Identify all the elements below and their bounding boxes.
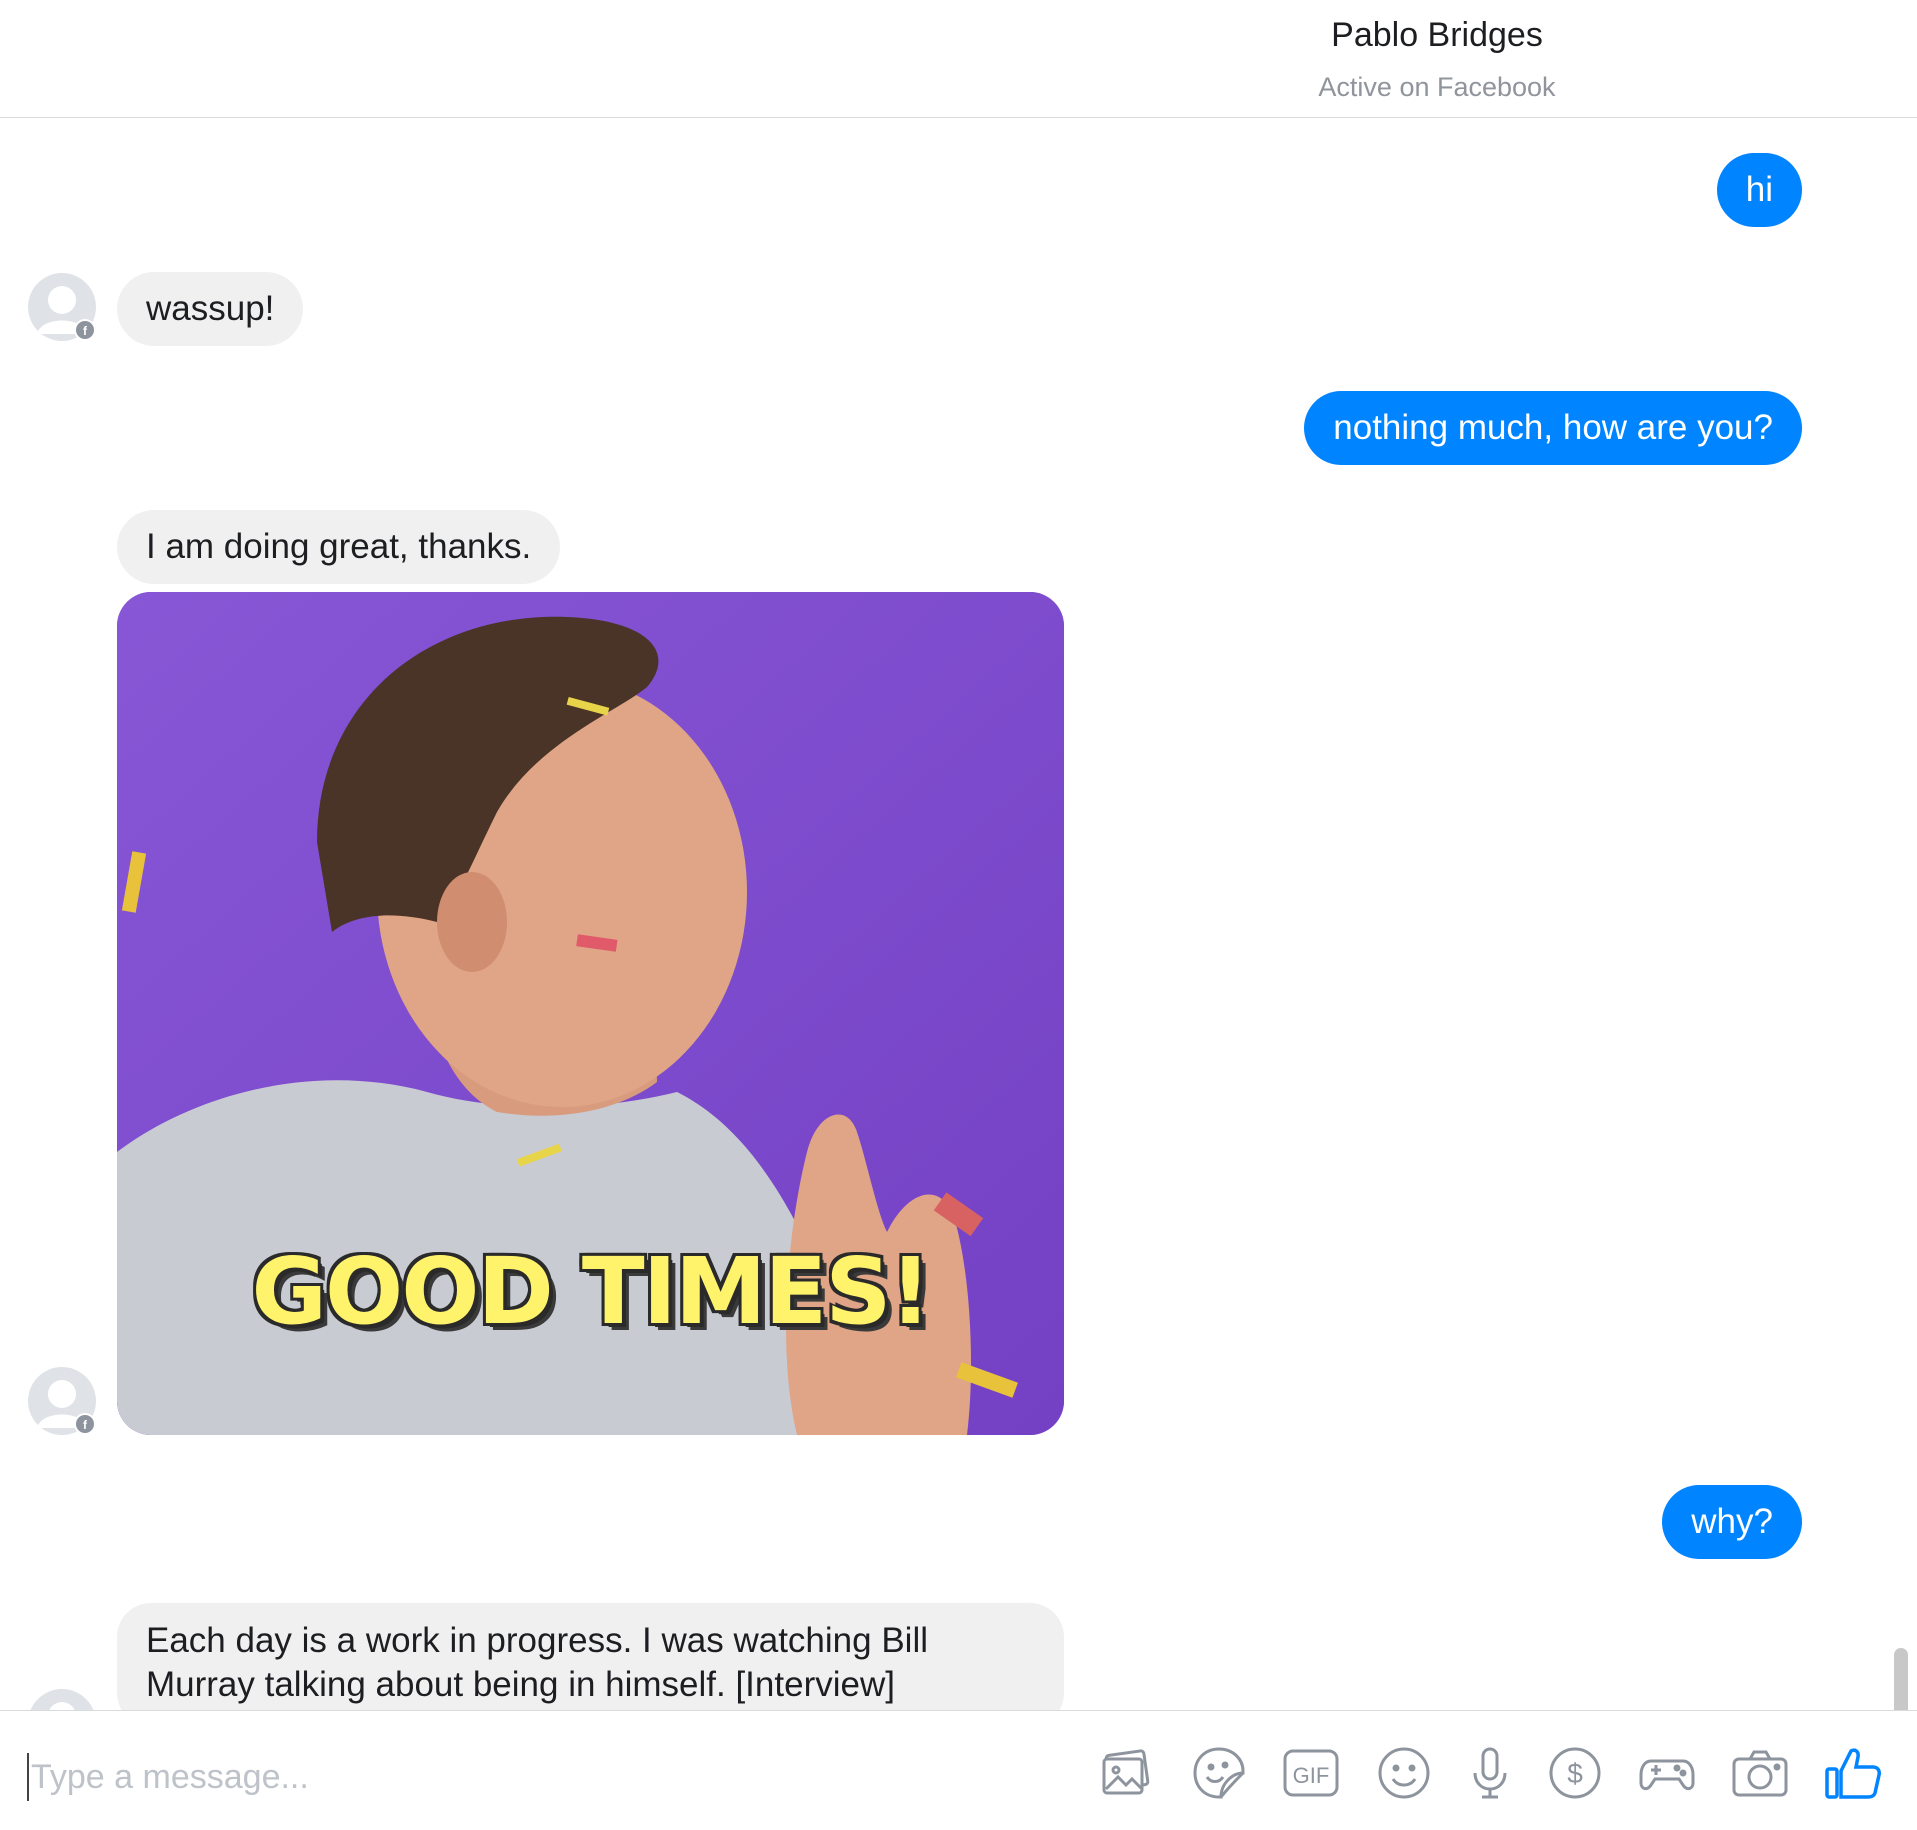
contact-name[interactable]: Pablo Bridges [1232, 16, 1642, 55]
message-bubble-outgoing[interactable]: nothing much, how are you? [1304, 391, 1802, 465]
gif-label: GIF [1293, 1763, 1330, 1788]
message-bubble-incoming[interactable]: I am doing great, thanks. [117, 510, 561, 584]
avatar[interactable] [27, 1688, 97, 1710]
gif-message[interactable]: GOOD TIMES! [117, 592, 1064, 1435]
image-icon[interactable] [1096, 1741, 1156, 1805]
message-input[interactable] [27, 1753, 1033, 1801]
thumbs-up-icon[interactable] [1823, 1741, 1883, 1805]
message-bubble-outgoing[interactable]: why? [1662, 1485, 1802, 1559]
camera-icon[interactable] [1730, 1741, 1790, 1805]
avatar[interactable]: f [27, 272, 97, 342]
microphone-icon[interactable] [1460, 1741, 1520, 1805]
message-bubble-outgoing[interactable]: hi [1716, 153, 1802, 227]
gif-caption: GOOD TIMES! [251, 1238, 932, 1345]
payment-symbol: $ [1567, 1758, 1583, 1789]
gif-icon[interactable]: GIF [1281, 1741, 1341, 1805]
avatar[interactable]: f [27, 1366, 97, 1436]
message-bubble-incoming[interactable]: wassup! [117, 272, 304, 346]
scrollbar-thumb[interactable] [1894, 1648, 1908, 1710]
composer: GIF $ [0, 1710, 1917, 1830]
emoji-icon[interactable] [1374, 1741, 1434, 1805]
payment-icon[interactable]: $ [1545, 1741, 1605, 1805]
message-bubble-incoming[interactable]: Each day is a work in progress. I was wa… [117, 1603, 1064, 1710]
message-list[interactable]: hi f wassup! nothing much, how are you? … [0, 118, 1917, 1710]
conversation-header: Pablo Bridges Active on Facebook [0, 0, 1917, 118]
contact-status: Active on Facebook [1318, 72, 1556, 102]
sticker-icon[interactable] [1189, 1741, 1249, 1805]
game-icon[interactable] [1637, 1741, 1697, 1805]
